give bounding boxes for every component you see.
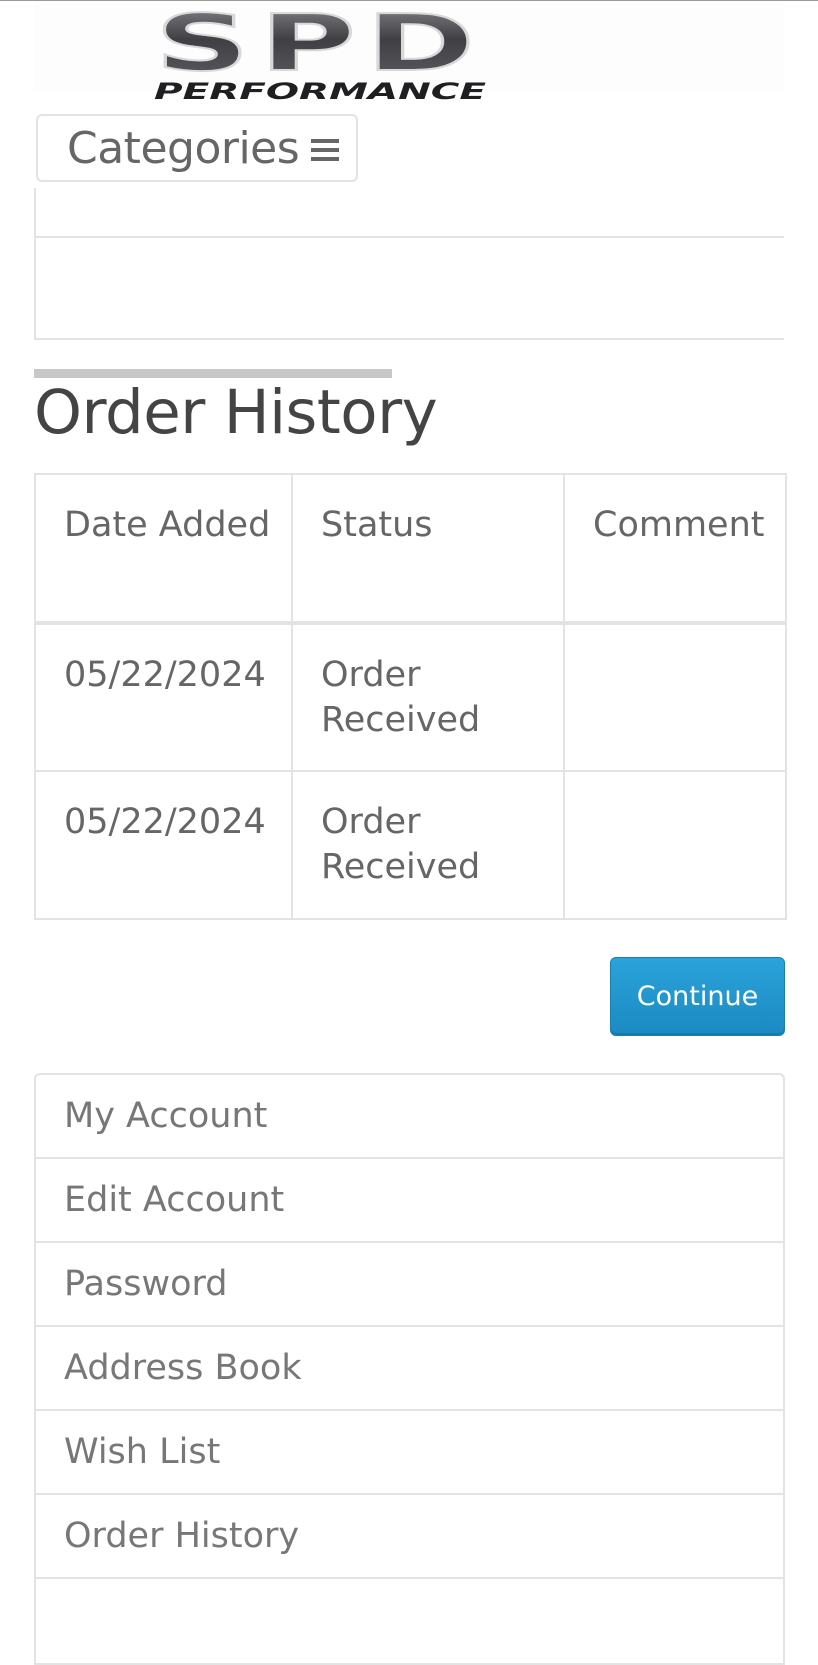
page-title: Order History [34, 377, 438, 448]
spd-performance-logo[interactable]: SPD PERFORMANCE [150, 4, 490, 104]
cell-date: 05/22/2024 [34, 770, 293, 920]
hamburger-icon [311, 139, 340, 163]
account-menu-item-edit-account[interactable]: Edit Account [36, 1159, 783, 1243]
menu-row-divider [36, 236, 784, 238]
table-row: 05/22/2024 Order Received [34, 770, 787, 920]
continue-button[interactable]: Continue [610, 957, 785, 1036]
column-header-comment: Comment [563, 473, 787, 625]
column-header-status: Status [291, 473, 565, 625]
categories-label: Categories [67, 122, 300, 174]
account-menu-item-partial[interactable] [36, 1579, 783, 1663]
account-menu-item-wish-list[interactable]: Wish List [36, 1411, 783, 1495]
cell-status: Order Received [291, 622, 565, 772]
account-menu-item-my-account[interactable]: My Account [36, 1075, 783, 1159]
logo-subtext: PERFORMANCE [154, 80, 486, 104]
cell-comment [563, 622, 787, 772]
cell-date: 05/22/2024 [34, 622, 293, 772]
account-menu-item-order-history[interactable]: Order History [36, 1495, 783, 1579]
table-header-row: Date Added Status Comment [34, 473, 787, 625]
cell-status: Order Received [291, 770, 565, 920]
categories-menu-button[interactable]: Categories [36, 114, 358, 182]
cell-comment [563, 770, 787, 920]
account-menu-item-password[interactable]: Password [36, 1243, 783, 1327]
logo-text: SPD [155, 4, 485, 89]
account-menu-item-address-book[interactable]: Address Book [36, 1327, 783, 1411]
column-header-date-added: Date Added [34, 473, 293, 625]
categories-dropdown-panel [34, 188, 784, 340]
table-row: 05/22/2024 Order Received [34, 622, 787, 772]
order-history-table: Date Added Status Comment 05/22/2024 Ord… [34, 473, 787, 920]
account-menu-list: My Account Edit Account Password Address… [34, 1073, 785, 1665]
